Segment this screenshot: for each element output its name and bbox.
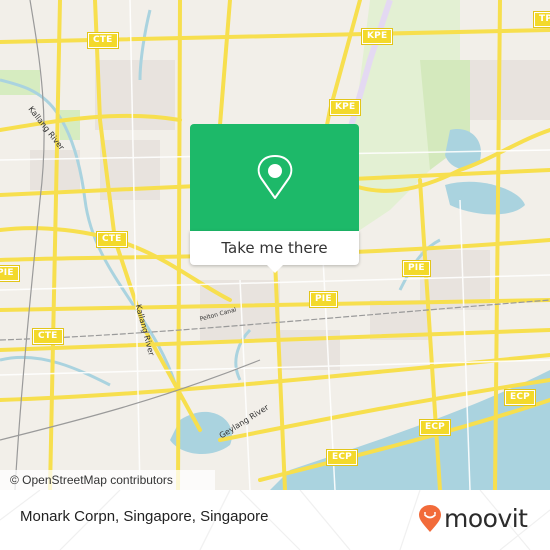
map-attribution[interactable]: © OpenStreetMap contributors [0,470,215,490]
moovit-logo: moovit [418,504,528,534]
highway-shield-ecp: ECP [504,389,536,406]
highway-shield-cte: CTE [32,328,64,345]
footer-bar: Monark Corpn, Singapore, Singapore moovi… [0,490,550,550]
highway-shield-pie: PIE [0,265,20,282]
highway-shield-ecp: ECP [419,419,451,436]
highway-shield-pie: PIE [309,291,338,308]
highway-shield-pie: PIE [402,260,431,277]
popup-pointer [266,264,284,273]
highway-shield-ecp: ECP [326,449,358,466]
location-popup: Take me there [190,124,359,273]
highway-shield-cte: CTE [87,32,119,49]
highway-shield-kpe: KPE [328,99,362,116]
popup-header [190,124,359,231]
map-pin-icon [257,155,293,199]
place-name: Monark Corpn, Singapore, Singapore [20,508,269,525]
moovit-pin-icon [419,505,441,532]
highway-shield-kpe: KPE [360,28,394,45]
map-view[interactable]: CTE KPE KPE TPE CTE CTE PIE PIE ECP ECP … [0,0,550,490]
moovit-wordmark: moovit [444,504,528,533]
highway-shield-cte: CTE [96,231,128,248]
highway-shield-tpe: TPE [532,11,550,28]
take-me-there-button[interactable]: Take me there [190,231,359,265]
